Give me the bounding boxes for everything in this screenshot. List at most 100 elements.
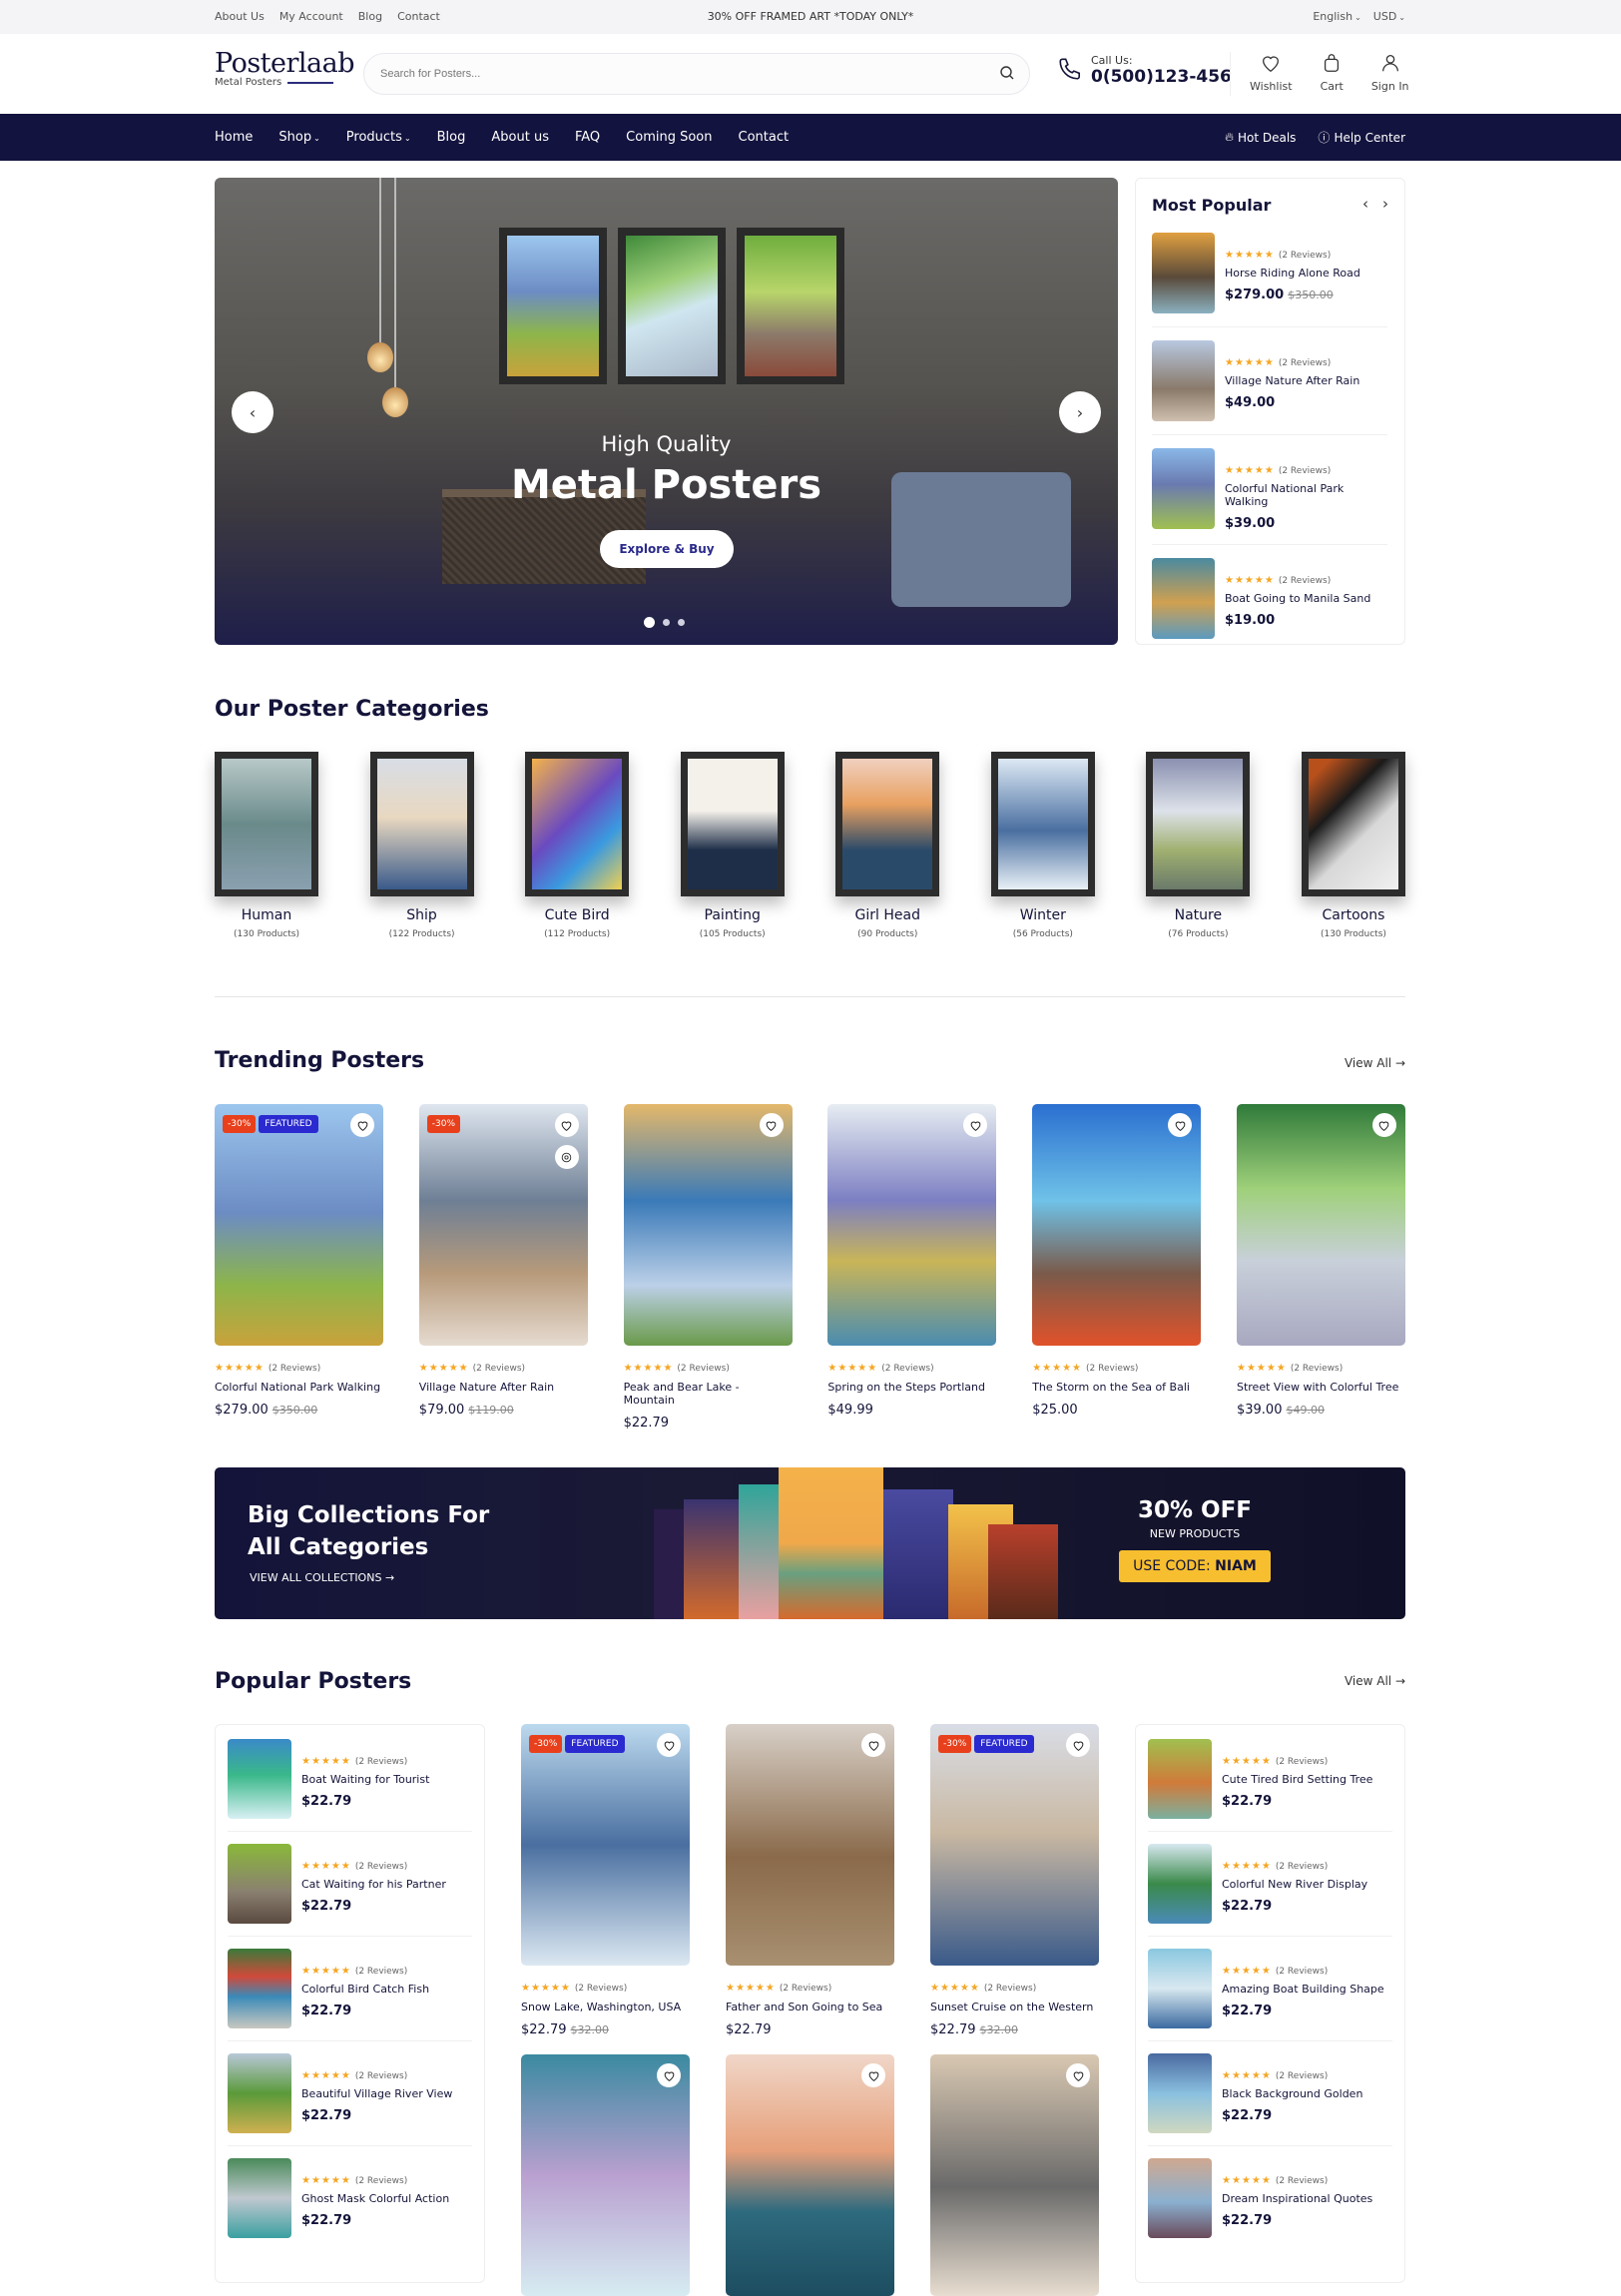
currency-select[interactable]: USD ⌄ xyxy=(1373,10,1405,23)
product-card[interactable]: ★★★★★ (2 Reviews) Father and Son Going to… xyxy=(726,1724,894,2037)
category-frame[interactable] xyxy=(215,752,318,896)
category-frame[interactable] xyxy=(1146,752,1251,896)
product-name[interactable]: Colorful National Park Walking xyxy=(215,1381,383,1394)
wishlist-button[interactable]: Wishlist xyxy=(1250,52,1293,93)
list-item[interactable]: ★★★★★ (2 Reviews) Amazing Boat Building S… xyxy=(1148,1949,1392,2041)
product-card[interactable]: -30% FEATURED ★★★★★ (2 Reviews) Colorful N… xyxy=(215,1104,383,1431)
nav-item-home[interactable]: Home xyxy=(215,130,253,145)
wishlist-heart-icon[interactable] xyxy=(657,1733,681,1757)
product-name[interactable]: Beautiful Village River View xyxy=(301,2087,452,2100)
product-image[interactable]: -30% xyxy=(418,1104,588,1346)
product-thumbnail[interactable] xyxy=(1148,2053,1212,2133)
category-item[interactable]: Girl Head (90 Products) xyxy=(835,752,940,939)
product-name[interactable]: Colorful New River Display xyxy=(1222,1878,1367,1891)
product-thumbnail[interactable] xyxy=(1152,448,1215,529)
product-image[interactable] xyxy=(521,2054,690,2296)
product-name[interactable]: Horse Riding Alone Road xyxy=(1225,267,1360,280)
slide-dot-1[interactable] xyxy=(644,617,655,628)
product-thumbnail[interactable] xyxy=(1148,1739,1212,1819)
product-card[interactable] xyxy=(930,2054,1099,2296)
product-image[interactable] xyxy=(623,1104,793,1346)
call-us[interactable]: Call Us: 0(500)123-456 xyxy=(1057,54,1232,87)
product-name[interactable]: Father and Son Going to Sea xyxy=(726,2001,894,2013)
list-item[interactable]: ★★★★★ (2 Reviews) Dream Inspirational Quo… xyxy=(1148,2158,1392,2250)
category-frame[interactable] xyxy=(835,752,940,896)
nav-item-shop[interactable]: Shop ⌄ xyxy=(278,130,319,145)
product-thumbnail[interactable] xyxy=(1148,2158,1212,2238)
product-name[interactable]: Cat Waiting for his Partner xyxy=(301,1878,446,1891)
wishlist-heart-icon[interactable] xyxy=(554,1113,579,1137)
product-card[interactable]: ★★★★★ (2 Reviews) The Storm on the Sea of… xyxy=(1032,1104,1202,1431)
category-name[interactable]: Nature xyxy=(1146,907,1250,923)
product-name[interactable]: Boat Waiting for Tourist xyxy=(301,1773,429,1786)
nav-item-products[interactable]: Products ⌄ xyxy=(346,130,411,145)
category-item[interactable]: Nature (76 Products) xyxy=(1146,752,1251,939)
product-card[interactable] xyxy=(521,2054,690,2296)
product-image[interactable] xyxy=(827,1104,997,1346)
category-name[interactable]: Girl Head xyxy=(835,907,939,923)
list-item[interactable]: ★★★★★ (2 Reviews) Colorful New River Disp… xyxy=(1148,1844,1392,1937)
category-item[interactable]: Painting (105 Products) xyxy=(680,752,785,939)
chevron-right-icon[interactable]: › xyxy=(1382,195,1388,213)
wishlist-heart-icon[interactable] xyxy=(1371,1113,1396,1137)
product-name[interactable]: Spring on the Steps Portland xyxy=(827,1381,996,1394)
category-item[interactable]: Ship (122 Products) xyxy=(369,752,474,939)
wishlist-heart-icon[interactable] xyxy=(657,2063,681,2087)
wishlist-heart-icon[interactable] xyxy=(1066,2063,1090,2087)
product-image[interactable]: -30% FEATURED xyxy=(930,1724,1099,1966)
product-name[interactable]: Sunset Cruise on the Western xyxy=(930,2001,1099,2013)
product-thumbnail[interactable] xyxy=(228,1844,291,1924)
list-item[interactable]: ★★★★★ (2 Reviews) Colorful Bird Catch Fis… xyxy=(228,1949,472,2041)
product-name[interactable]: The Storm on the Sea of Bali xyxy=(1032,1381,1201,1394)
category-frame[interactable] xyxy=(990,752,1095,896)
wishlist-heart-icon[interactable] xyxy=(1168,1113,1193,1137)
product-name[interactable]: Colorful National Park Walking xyxy=(1225,482,1387,508)
product-card[interactable]: -30% FEATURED ★★★★★ (2 Reviews) Sunset Cru… xyxy=(930,1724,1099,2037)
product-name[interactable]: Dream Inspirational Quotes xyxy=(1222,2192,1372,2205)
wishlist-heart-icon[interactable] xyxy=(350,1113,374,1137)
list-item[interactable]: ★★★★★ (2 Reviews) Beautiful Village River… xyxy=(228,2053,472,2146)
product-name[interactable]: Black Background Golden xyxy=(1222,2087,1362,2100)
trending-view-all[interactable]: View All → xyxy=(1345,1056,1405,1070)
product-card[interactable]: -30% ★★★★★ (2 Reviews) Village Nature Aft… xyxy=(418,1104,588,1431)
wishlist-heart-icon[interactable] xyxy=(861,1733,885,1757)
product-card[interactable] xyxy=(726,2054,894,2296)
category-name[interactable]: Ship xyxy=(370,907,474,923)
quick-view-eye-icon[interactable] xyxy=(554,1145,579,1169)
category-item[interactable]: Cartoons (130 Products) xyxy=(1301,752,1405,939)
cart-button[interactable]: Cart xyxy=(1321,52,1344,93)
help-center-link[interactable]: ⓘ Help Center xyxy=(1318,129,1405,146)
product-thumbnail[interactable] xyxy=(228,1949,291,2028)
product-image[interactable] xyxy=(1236,1104,1405,1346)
list-item[interactable]: ★★★★★ (2 Reviews) Colorful National Park … xyxy=(1152,448,1387,545)
product-name[interactable]: Snow Lake, Washington, USA xyxy=(521,2001,690,2013)
product-name[interactable]: Village Nature After Rain xyxy=(1225,374,1359,387)
list-item[interactable]: ★★★★★ (2 Reviews) Cat Waiting for his Par… xyxy=(228,1844,472,1937)
list-item[interactable]: ★★★★★ (2 Reviews) Ghost Mask Colorful Act… xyxy=(228,2158,472,2250)
product-image[interactable] xyxy=(726,1724,894,1966)
product-thumbnail[interactable] xyxy=(1148,1844,1212,1924)
product-thumbnail[interactable] xyxy=(228,2053,291,2133)
list-item[interactable]: ★★★★★ (2 Reviews) Horse Riding Alone Road… xyxy=(1152,233,1387,327)
wishlist-heart-icon[interactable] xyxy=(759,1113,784,1137)
product-name[interactable]: Peak and Bear Lake - Mountain xyxy=(624,1381,793,1407)
product-name[interactable]: Ghost Mask Colorful Action xyxy=(301,2192,449,2205)
view-all-collections-link[interactable]: VIEW ALL COLLECTIONS → xyxy=(250,1571,394,1584)
product-thumbnail[interactable] xyxy=(228,2158,291,2238)
explore-buy-button[interactable]: Explore & Buy xyxy=(600,530,734,568)
product-image[interactable] xyxy=(930,2054,1099,2296)
category-frame[interactable] xyxy=(680,752,785,896)
slide-dot-3[interactable] xyxy=(678,619,685,626)
search-input[interactable] xyxy=(364,54,963,94)
search-icon[interactable] xyxy=(999,65,1015,85)
product-name[interactable]: Village Nature After Rain xyxy=(419,1381,588,1394)
hot-deals-link[interactable]: 🔥︎ Hot Deals xyxy=(1225,130,1296,145)
hero-prev-button[interactable]: ‹ xyxy=(232,391,273,433)
nav-item-contact[interactable]: Contact xyxy=(739,130,790,145)
product-thumbnail[interactable] xyxy=(1148,1949,1212,2028)
nav-item-coming-soon[interactable]: Coming Soon xyxy=(626,130,712,145)
category-name[interactable]: Cartoons xyxy=(1302,907,1405,923)
nav-item-blog[interactable]: Blog xyxy=(437,130,466,145)
product-thumbnail[interactable] xyxy=(1152,558,1215,639)
chevron-left-icon[interactable]: ‹ xyxy=(1362,195,1368,213)
